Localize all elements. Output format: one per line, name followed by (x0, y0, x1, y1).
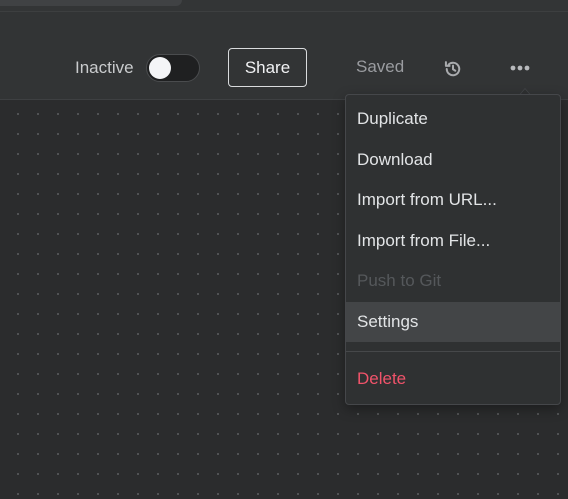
more-options-button[interactable] (506, 56, 534, 80)
toggle-knob (149, 57, 171, 79)
share-button[interactable]: Share (228, 48, 307, 87)
active-toggle[interactable] (146, 54, 200, 82)
top-strip (0, 0, 568, 12)
menu-item-download[interactable]: Download (346, 140, 560, 180)
menu-item-delete[interactable]: Delete (346, 359, 560, 399)
save-status: Saved (356, 57, 405, 76)
menu-item-duplicate[interactable]: Duplicate (346, 99, 560, 139)
active-toggle-label: Inactive (75, 58, 134, 77)
menu-divider (346, 351, 560, 352)
menu-item-push-to-git: Push to Git (357, 271, 442, 290)
ellipsis-horizontal-icon (510, 65, 530, 71)
menu-item-import-url[interactable]: Import from URL... (346, 180, 560, 220)
editor-header: Inactive Share Saved (0, 12, 568, 100)
tab-remnant[interactable] (0, 0, 182, 6)
options-dropdown-menu: Duplicate Download Import from URL... Im… (345, 94, 561, 405)
menu-item-settings[interactable]: Settings (346, 302, 560, 342)
menu-item-import-file[interactable]: Import from File... (346, 221, 560, 261)
history-button[interactable] (440, 56, 466, 82)
history-icon (444, 61, 461, 77)
